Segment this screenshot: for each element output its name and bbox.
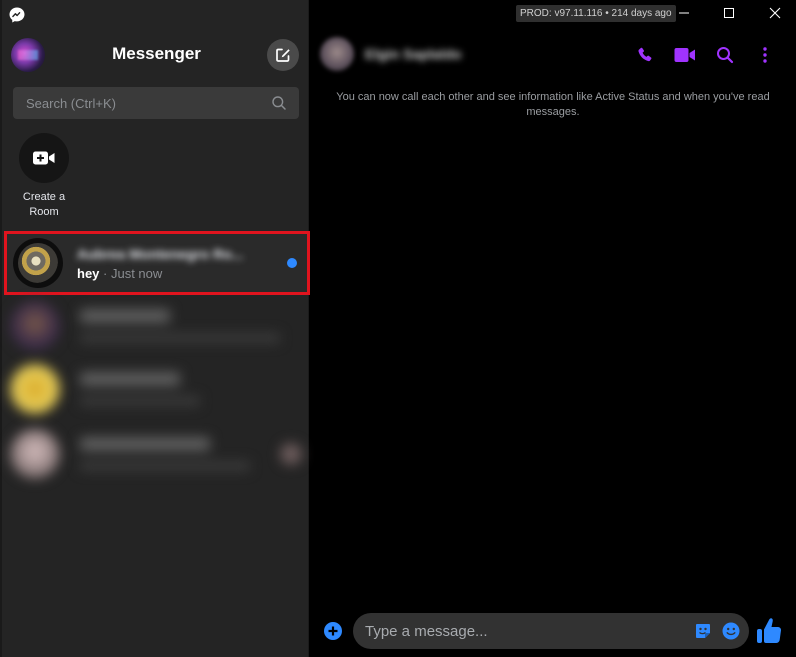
video-call-button[interactable] [674, 44, 696, 66]
contact-avatar [13, 238, 63, 288]
last-message-snippet [80, 333, 280, 343]
version-badge: PROD: v97.11.116 • 214 days ago [516, 5, 676, 22]
contact-name: Aubrea Montenegro Ro... [77, 245, 244, 262]
create-room-button[interactable] [19, 133, 69, 183]
contact-avatar [10, 429, 60, 479]
conversation-list: Aubrea Montenegro Ro... hey · Just now [4, 231, 310, 487]
search-icon [717, 47, 734, 64]
read-receipt-avatar [280, 443, 302, 465]
contact-name [80, 372, 180, 386]
search-input[interactable] [26, 95, 266, 111]
search-conversation-button[interactable] [714, 44, 736, 66]
close-icon [769, 7, 781, 19]
messenger-logo-icon [9, 7, 25, 23]
message-composer[interactable] [353, 613, 749, 649]
chat-contact-name[interactable]: Elgin Saplaldo [365, 46, 461, 62]
conversation-item[interactable] [4, 357, 310, 421]
search-box[interactable] [13, 87, 299, 119]
maximize-button[interactable] [709, 2, 749, 24]
maximize-icon [724, 8, 734, 18]
contact-name [80, 437, 210, 451]
conversation-notice: You can now call each other and see info… [336, 91, 770, 118]
contact-avatar [10, 301, 60, 351]
audio-call-button[interactable] [634, 44, 656, 66]
app-title: Messenger [112, 44, 201, 63]
close-button[interactable] [755, 2, 795, 24]
contact-name [80, 309, 170, 323]
compose-icon [276, 48, 290, 62]
last-message-time: · Just now [99, 265, 163, 281]
more-icon [763, 47, 767, 63]
new-message-button[interactable] [267, 39, 299, 71]
last-message-snippet: hey · Just now [77, 266, 287, 281]
conversation-item[interactable] [4, 295, 310, 357]
minimize-icon [679, 12, 689, 14]
search-icon [272, 96, 286, 110]
conversation-item[interactable]: Aubrea Montenegro Ro... hey · Just now [4, 231, 310, 295]
last-message-snippet [80, 396, 200, 406]
create-room-label: Create a Room [22, 191, 66, 218]
phone-icon [638, 47, 652, 62]
sticker-icon[interactable] [694, 622, 712, 640]
chat-contact-avatar[interactable] [320, 37, 354, 71]
message-input[interactable] [365, 613, 685, 649]
thumbs-up-icon[interactable] [756, 615, 782, 645]
add-attachment-icon[interactable] [323, 621, 343, 641]
unread-indicator [287, 258, 297, 268]
more-options-button[interactable] [754, 44, 776, 66]
last-message-snippet [80, 461, 250, 471]
contact-avatar [10, 364, 60, 414]
minimize-button[interactable] [664, 2, 704, 24]
conversation-item[interactable] [4, 421, 310, 487]
emoji-icon[interactable] [722, 622, 740, 640]
last-message-text: hey [77, 265, 100, 281]
sidebar: Messenger Create a Room Aubrea Montenegr… [0, 0, 310, 657]
video-camera-icon [674, 48, 695, 62]
video-plus-icon [33, 151, 55, 165]
